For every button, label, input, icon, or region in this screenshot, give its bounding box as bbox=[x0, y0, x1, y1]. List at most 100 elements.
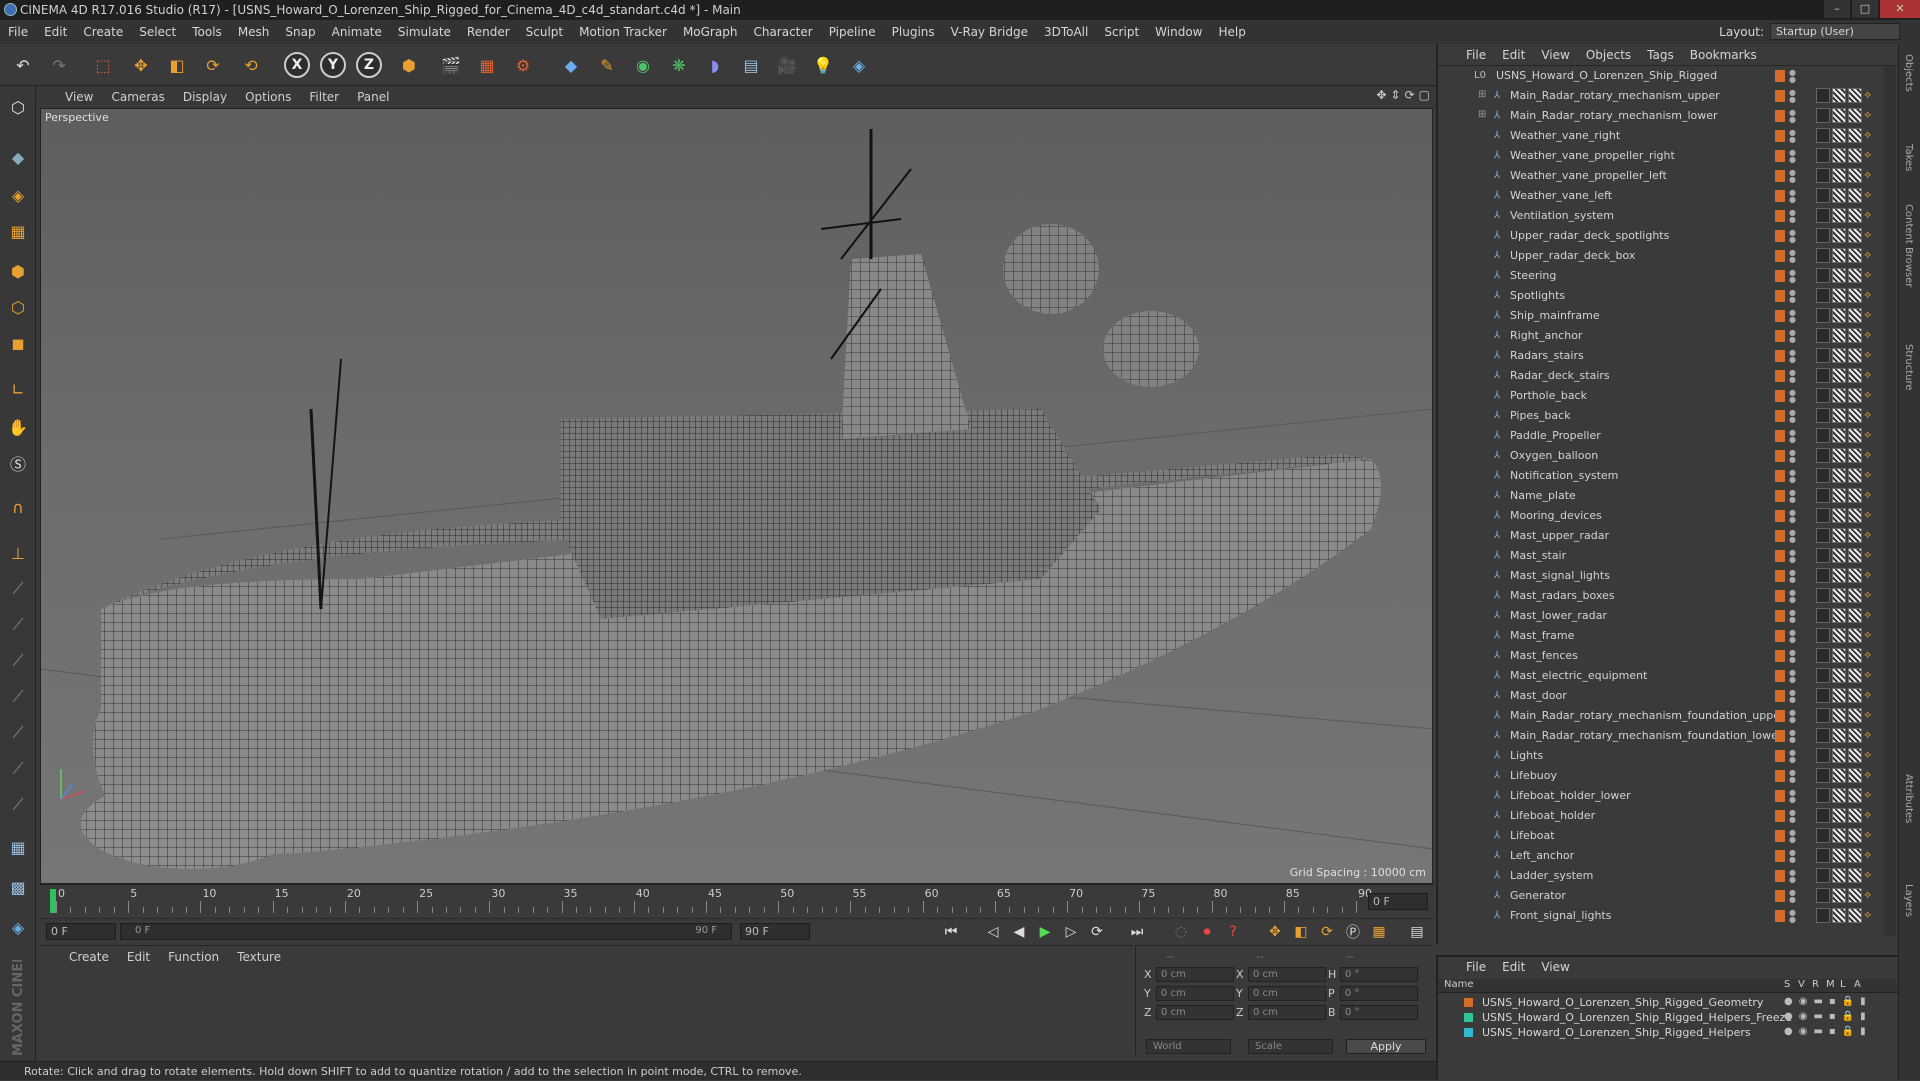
checker-tag-icon[interactable] bbox=[1832, 648, 1846, 663]
material-tag-icon[interactable] bbox=[1848, 288, 1862, 303]
visibility-dots[interactable]: ● ● bbox=[1789, 89, 1796, 104]
key-pla-icon[interactable]: ▦ bbox=[1368, 922, 1390, 942]
grid-icon[interactable]: ▩ bbox=[3, 872, 33, 902]
ik-tag-icon[interactable]: ⟡ bbox=[1864, 768, 1878, 783]
material-tag-icon[interactable] bbox=[1848, 908, 1862, 923]
recent-tool-icon[interactable]: ⟲ bbox=[236, 50, 266, 80]
coord-position-field[interactable]: 0 cm bbox=[1156, 967, 1234, 982]
visibility-dots[interactable]: ● ● bbox=[1789, 489, 1796, 504]
light-icon[interactable]: 💡 bbox=[808, 50, 838, 80]
checker-tag-icon[interactable] bbox=[1832, 728, 1846, 743]
material-tag-icon[interactable] bbox=[1848, 148, 1862, 163]
material-tag-icon[interactable] bbox=[1848, 228, 1862, 243]
object-menu-1[interactable]: Edit bbox=[1494, 48, 1533, 62]
visibility-dots[interactable]: ● ● bbox=[1789, 589, 1796, 604]
visibility-dots[interactable]: ● ● bbox=[1789, 769, 1796, 784]
checker-tag-icon[interactable] bbox=[1832, 208, 1846, 223]
scale-icon[interactable]: ◧ bbox=[162, 50, 192, 80]
checker-tag-icon[interactable] bbox=[1832, 688, 1846, 703]
material-tag-icon[interactable] bbox=[1848, 508, 1862, 523]
object-row[interactable]: ⊞ ⅄ Main_Radar_rotary_mechanism_upper ● ● ⟡ bbox=[1438, 86, 1884, 106]
sculpt-tool-5-icon[interactable]: ⟋ bbox=[3, 718, 33, 748]
ik-tag-icon[interactable]: ⟡ bbox=[1864, 868, 1878, 883]
frame-range-slider[interactable]: 0 F 90 F bbox=[120, 923, 732, 940]
menu-15[interactable]: Plugins bbox=[884, 25, 943, 39]
ik-tag-icon[interactable]: ⟡ bbox=[1864, 648, 1878, 663]
coordinate-system-icon[interactable]: ⬢ bbox=[394, 50, 424, 80]
material-tag-icon[interactable] bbox=[1848, 808, 1862, 823]
visibility-dots[interactable]: ● ● bbox=[1789, 809, 1796, 824]
coord-rotation-field[interactable]: 0 ° bbox=[1340, 1005, 1418, 1020]
texture-tag-icon[interactable] bbox=[1816, 588, 1830, 603]
texture-tag-icon[interactable] bbox=[1816, 668, 1830, 683]
playhead[interactable] bbox=[50, 889, 56, 913]
material-tag-icon[interactable] bbox=[1848, 768, 1862, 783]
python-icon[interactable]: ◈ bbox=[844, 50, 874, 80]
checker-tag-icon[interactable] bbox=[1832, 288, 1846, 303]
menu-19[interactable]: Window bbox=[1147, 25, 1210, 39]
menu-7[interactable]: Animate bbox=[324, 25, 390, 39]
texture-tag-icon[interactable] bbox=[1816, 368, 1830, 383]
object-menu-5[interactable]: Bookmarks bbox=[1682, 48, 1765, 62]
coord-size-field[interactable]: 0 cm bbox=[1248, 1005, 1326, 1020]
checker-tag-icon[interactable] bbox=[1832, 588, 1846, 603]
object-row[interactable]: ⅄ Front_signal_lights ● ● ⟡ bbox=[1438, 906, 1884, 926]
checker-tag-icon[interactable] bbox=[1832, 348, 1846, 363]
texture-tag-icon[interactable] bbox=[1816, 148, 1830, 163]
visibility-dots[interactable]: ● ● bbox=[1789, 629, 1796, 644]
texture-tag-icon[interactable] bbox=[1816, 488, 1830, 503]
ik-tag-icon[interactable]: ⟡ bbox=[1864, 448, 1878, 463]
material-tag-icon[interactable] bbox=[1848, 868, 1862, 883]
next-frame-icon[interactable]: ▷ bbox=[1060, 922, 1082, 942]
side-tab[interactable]: Objects bbox=[1903, 54, 1914, 92]
material-tag-icon[interactable] bbox=[1848, 408, 1862, 423]
side-tab[interactable]: Layers bbox=[1903, 884, 1914, 917]
sculpt-tool-7-icon[interactable]: ⟋ bbox=[3, 790, 33, 820]
ik-tag-icon[interactable]: ⟡ bbox=[1864, 128, 1878, 143]
object-row[interactable]: ⅄ Mast_door ● ● ⟡ bbox=[1438, 686, 1884, 706]
material-tag-icon[interactable] bbox=[1848, 728, 1862, 743]
checker-tag-icon[interactable] bbox=[1832, 268, 1846, 283]
viewport-menu-1[interactable]: Cameras bbox=[102, 90, 173, 104]
checker-tag-icon[interactable] bbox=[1832, 608, 1846, 623]
texture-tag-icon[interactable] bbox=[1816, 868, 1830, 883]
menu-11[interactable]: Motion Tracker bbox=[571, 25, 675, 39]
menu-1[interactable]: Edit bbox=[36, 25, 75, 39]
object-row[interactable]: ⅄ Oxygen_balloon ● ● ⟡ bbox=[1438, 446, 1884, 466]
texture-tag-icon[interactable] bbox=[1816, 308, 1830, 323]
visibility-dots[interactable]: ● ● bbox=[1789, 309, 1796, 324]
menu-4[interactable]: Tools bbox=[184, 25, 230, 39]
visibility-dots[interactable]: ● ● bbox=[1789, 609, 1796, 624]
object-row[interactable]: ⅄ Ventilation_system ● ● ⟡ bbox=[1438, 206, 1884, 226]
apply-button[interactable]: Apply bbox=[1346, 1039, 1426, 1054]
checker-tag-icon[interactable] bbox=[1832, 468, 1846, 483]
layer-menu-0[interactable]: File bbox=[1458, 960, 1494, 974]
viewport-menu-3[interactable]: Options bbox=[236, 90, 300, 104]
y-axis-icon[interactable]: Y bbox=[320, 52, 346, 78]
layer-row[interactable]: USNS_Howard_O_Lorenzen_Ship_Rigged_Helpe… bbox=[1438, 1010, 1898, 1025]
visibility-dots[interactable]: ● ● bbox=[1789, 509, 1796, 524]
texture-mode-icon[interactable]: ◈ bbox=[3, 180, 33, 210]
ik-tag-icon[interactable]: ⟡ bbox=[1864, 328, 1878, 343]
visibility-dots[interactable]: ● ● bbox=[1789, 349, 1796, 364]
object-menu-4[interactable]: Tags bbox=[1639, 48, 1682, 62]
ik-tag-icon[interactable]: ⟡ bbox=[1864, 348, 1878, 363]
checker-tag-icon[interactable] bbox=[1832, 748, 1846, 763]
start-frame-field[interactable]: 0 F bbox=[46, 923, 116, 940]
material-tag-icon[interactable] bbox=[1848, 588, 1862, 603]
texture-tag-icon[interactable] bbox=[1816, 728, 1830, 743]
model-mode-icon[interactable]: ◆ bbox=[3, 142, 33, 172]
size-mode-dropdown[interactable]: Scale bbox=[1248, 1039, 1333, 1054]
visibility-dots[interactable]: ● ● bbox=[1789, 789, 1796, 804]
object-row[interactable]: ⅄ Ship_mainframe ● ● ⟡ bbox=[1438, 306, 1884, 326]
ik-tag-icon[interactable]: ⟡ bbox=[1864, 368, 1878, 383]
material-menu-1[interactable]: Edit bbox=[118, 950, 159, 964]
material-menu-0[interactable]: Create bbox=[60, 950, 118, 964]
key-parameter-icon[interactable]: Ⓟ bbox=[1342, 922, 1364, 942]
ik-tag-icon[interactable]: ⟡ bbox=[1864, 628, 1878, 643]
texture-tag-icon[interactable] bbox=[1816, 228, 1830, 243]
checker-tag-icon[interactable] bbox=[1832, 388, 1846, 403]
sculpt-tool-2-icon[interactable]: ⟋ bbox=[3, 610, 33, 640]
checker-tag-icon[interactable] bbox=[1832, 308, 1846, 323]
timeline-window-icon[interactable]: ▤ bbox=[1406, 922, 1428, 942]
